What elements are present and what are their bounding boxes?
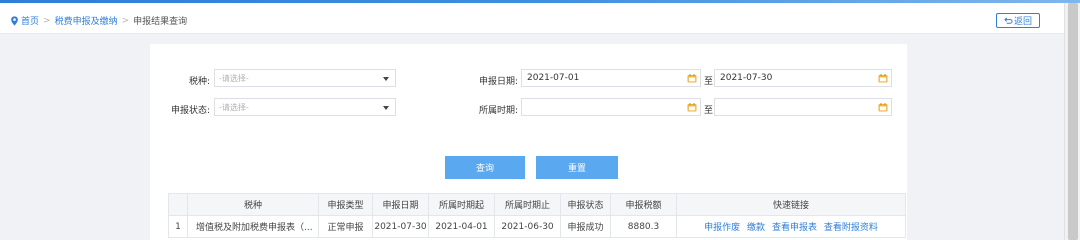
column-header-status: 申报状态 (560, 193, 611, 216)
query-button[interactable]: 查询 (445, 156, 525, 179)
declare-date-from-input[interactable]: 2021-07-01 (521, 69, 701, 87)
row-status: 申报成功 (560, 215, 611, 238)
period-to-input[interactable] (714, 98, 892, 116)
void-declaration-link[interactable]: 申报作废 (704, 223, 740, 233)
date-range-to-label: 至 (704, 77, 714, 87)
tax-type-label: 税种: (188, 77, 210, 87)
column-header-declare-date: 申报日期 (372, 193, 429, 216)
row-declare-date: 2021-07-30 (372, 215, 429, 238)
tax-type-select-value: -请选择- (219, 73, 249, 83)
pay-link[interactable]: 缴款 (747, 223, 765, 233)
results-table: 税种 申报类型 申报日期 所属时期起 所属时期止 申报状态 申报税额 快速链接 … (168, 193, 906, 238)
column-header-period-start: 所属时期起 (428, 193, 495, 216)
back-button[interactable]: 返回 (996, 13, 1040, 28)
declare-status-label: 申报状态: (170, 106, 210, 116)
return-arrow-icon (1004, 17, 1013, 24)
period-range-to-label: 至 (704, 106, 714, 116)
declare-status-select[interactable]: -请选择- (214, 98, 396, 116)
chevron-down-icon (383, 106, 389, 110)
row-period-start: 2021-04-01 (428, 215, 495, 238)
breadcrumb-separator: > (121, 15, 130, 26)
column-header-period-end: 所属时期止 (494, 193, 561, 216)
declare-status-select-value: -请选择- (219, 102, 249, 112)
location-pin-icon (11, 15, 18, 26)
declare-date-to-value: 2021-07-30 (720, 73, 773, 83)
calendar-icon[interactable] (878, 103, 888, 112)
declare-date-from-value: 2021-07-01 (527, 73, 580, 83)
period-label: 所属时期: (478, 106, 518, 116)
row-period-end: 2021-06-30 (494, 215, 561, 238)
column-header-declare-type: 申报类型 (318, 193, 373, 216)
tax-type-select[interactable]: -请选择- (214, 69, 396, 87)
calendar-icon[interactable] (878, 74, 888, 83)
breadcrumb-tax-declare-link[interactable]: 税费申报及缴纳 (55, 14, 118, 27)
row-index: 1 (168, 215, 188, 238)
breadcrumb-current: 申报结果查询 (133, 17, 188, 27)
reset-button[interactable]: 重置 (536, 156, 618, 179)
calendar-icon[interactable] (687, 103, 697, 112)
scrollbar-thumb[interactable] (1068, 3, 1078, 240)
breadcrumb: 首页 > 税费申报及缴纳 > 申报结果查询 (10, 14, 187, 27)
breadcrumb-bar: 首页 > 税费申报及缴纳 > 申报结果查询 返回 (0, 3, 1064, 34)
period-from-input[interactable] (521, 98, 701, 116)
chevron-down-icon (383, 77, 389, 81)
view-declaration-link[interactable]: 查看申报表 (772, 223, 817, 233)
query-panel: 税种: -请选择- 申报状态: -请选择- 申报日期: 2021-07-01 至… (150, 44, 907, 240)
breadcrumb-separator: > (43, 15, 51, 26)
page-scrollbar[interactable] (1064, 3, 1080, 240)
row-amount: 8880.3 (610, 215, 677, 238)
row-declare-type: 正常申报 (318, 215, 373, 238)
breadcrumb-home-link[interactable]: 首页 (21, 14, 39, 27)
table-row: 1 增值税及附加税费申报表（... 正常申报 2021-07-30 2021-0… (168, 215, 906, 238)
table-header-row: 税种 申报类型 申报日期 所属时期起 所属时期止 申报状态 申报税额 快速链接 (168, 193, 906, 216)
column-header-quick-links: 快速链接 (676, 193, 906, 216)
column-header-tax-type: 税种 (187, 193, 319, 216)
row-tax-type: 增值税及附加税费申报表（... (187, 215, 319, 238)
calendar-icon[interactable] (687, 74, 697, 83)
declare-date-label: 申报日期: (478, 77, 518, 87)
back-button-label: 返回 (1013, 17, 1032, 27)
view-attachments-link[interactable]: 查看附报资料 (824, 223, 878, 233)
row-quick-links: 申报作废 缴款 查看申报表 查看附报资料 (676, 215, 906, 238)
column-header-amount: 申报税额 (610, 193, 677, 216)
declare-date-to-input[interactable]: 2021-07-30 (714, 69, 892, 87)
column-header-index (168, 193, 188, 216)
